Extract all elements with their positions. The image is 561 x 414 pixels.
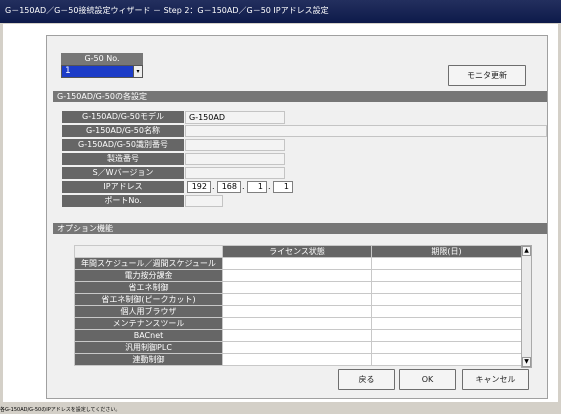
window-title: G－150AD／G－50接続設定ウィザード － Step 2：G－150AD／G…	[5, 6, 329, 15]
port-field	[185, 195, 223, 207]
ip-dot-1: .	[212, 182, 215, 191]
ok-button[interactable]: OK	[399, 369, 456, 390]
port-label: ポートNo.	[62, 195, 184, 207]
option-name: 省エネ制御(ピークカット)	[74, 293, 223, 306]
name-label: G-150AD/G-50名称	[62, 125, 184, 137]
license-status-cell	[222, 293, 372, 306]
expiry-days-cell	[371, 305, 522, 318]
table-row[interactable]: 年間スケジュール／週間スケジュール	[74, 257, 522, 270]
scroll-down-icon[interactable]: ▼	[522, 357, 531, 367]
expiry-days-header: 期限(日)	[371, 245, 522, 258]
option-name: 電力按分課金	[74, 269, 223, 282]
expiry-days-cell	[371, 257, 522, 270]
id-label: G-150AD/G-50識別番号	[62, 139, 184, 151]
monitor-refresh-button[interactable]: モニタ更新	[448, 65, 526, 86]
sw-version-label: S／Wバージョン	[62, 167, 184, 179]
options-scrollbar[interactable]: ▲ ▼	[521, 245, 532, 368]
ip-address-label: IPアドレス	[62, 181, 184, 193]
license-status-cell	[222, 353, 372, 366]
option-name: 連動制御	[74, 353, 223, 366]
option-name: 汎用制御PLC	[74, 341, 223, 354]
model-label: G-150AD/G-50モデル	[62, 111, 184, 123]
option-name: メンテナンスツール	[74, 317, 223, 330]
serial-field	[185, 153, 285, 165]
option-name: BACnet	[74, 329, 223, 342]
g50-no-value: 1	[65, 66, 71, 76]
table-row[interactable]: 省エネ制御(ピークカット)	[74, 293, 522, 306]
license-status-cell	[222, 341, 372, 354]
ip-octet-4-input[interactable]: 1	[273, 181, 293, 193]
license-status-cell	[222, 269, 372, 282]
table-row[interactable]: 個人用ブラウザ	[74, 305, 522, 318]
ip-dot-3: .	[268, 182, 271, 191]
window-title-bar: G－150AD／G－50接続設定ウィザード － Step 2：G－150AD／G…	[0, 0, 561, 23]
license-status-cell	[222, 281, 372, 294]
options-section-header: オプション機能	[53, 223, 547, 234]
scroll-up-icon[interactable]: ▲	[522, 246, 531, 256]
client-area: G-50 No. 1 ▾ モニタ更新 G-150AD/G-50の各設定 G-15…	[3, 24, 558, 402]
table-row[interactable]: 電力按分課金	[74, 269, 522, 282]
license-status-cell	[222, 329, 372, 342]
g50-no-select[interactable]: 1 ▾	[61, 65, 143, 78]
model-field: G-150AD	[185, 111, 285, 124]
ip-octet-3-input[interactable]: 1	[247, 181, 267, 193]
expiry-days-cell	[371, 341, 522, 354]
license-status-cell	[222, 317, 372, 330]
ip-octet-2-input[interactable]: 168	[217, 181, 241, 193]
sw-version-field	[185, 167, 285, 179]
ip-dot-2: .	[242, 182, 245, 191]
option-name: 個人用ブラウザ	[74, 305, 223, 318]
cancel-button[interactable]: キャンセル	[462, 369, 529, 390]
ip-octet-1-input[interactable]: 192	[187, 181, 211, 193]
serial-label: 製造番号	[62, 153, 184, 165]
table-row[interactable]: 連動制御	[74, 353, 522, 366]
table-row[interactable]: 省エネ制御	[74, 281, 522, 294]
expiry-days-cell	[371, 317, 522, 330]
name-field	[185, 125, 547, 137]
table-row[interactable]: BACnet	[74, 329, 522, 342]
id-field	[185, 139, 285, 151]
g50-no-label: G-50 No.	[61, 53, 143, 65]
expiry-days-cell	[371, 281, 522, 294]
option-name: 省エネ制御	[74, 281, 223, 294]
expiry-days-cell	[371, 269, 522, 282]
license-status-cell	[222, 257, 372, 270]
table-row[interactable]: 汎用制御PLC	[74, 341, 522, 354]
expiry-days-cell	[371, 329, 522, 342]
table-row[interactable]: メンテナンスツール	[74, 317, 522, 330]
option-name: 年間スケジュール／週間スケジュール	[74, 257, 223, 270]
expiry-days-cell	[371, 293, 522, 306]
settings-section-header: G-150AD/G-50の各設定	[53, 91, 547, 102]
license-status-header: ライセンス状態	[222, 245, 372, 258]
wizard-panel: G-50 No. 1 ▾ モニタ更新 G-150AD/G-50の各設定 G-15…	[46, 35, 548, 399]
back-button[interactable]: 戻る	[338, 369, 395, 390]
options-corner-cell	[74, 245, 223, 258]
expiry-days-cell	[371, 353, 522, 366]
status-bar-text: 各G-150AD/G-50のIPアドレスを設定してください。	[0, 407, 121, 413]
license-status-cell	[222, 305, 372, 318]
options-table: ライセンス状態 期限(日) 年間スケジュール／週間スケジュール 電力按分課金 省…	[74, 245, 522, 366]
chevron-down-icon[interactable]: ▾	[133, 65, 143, 78]
